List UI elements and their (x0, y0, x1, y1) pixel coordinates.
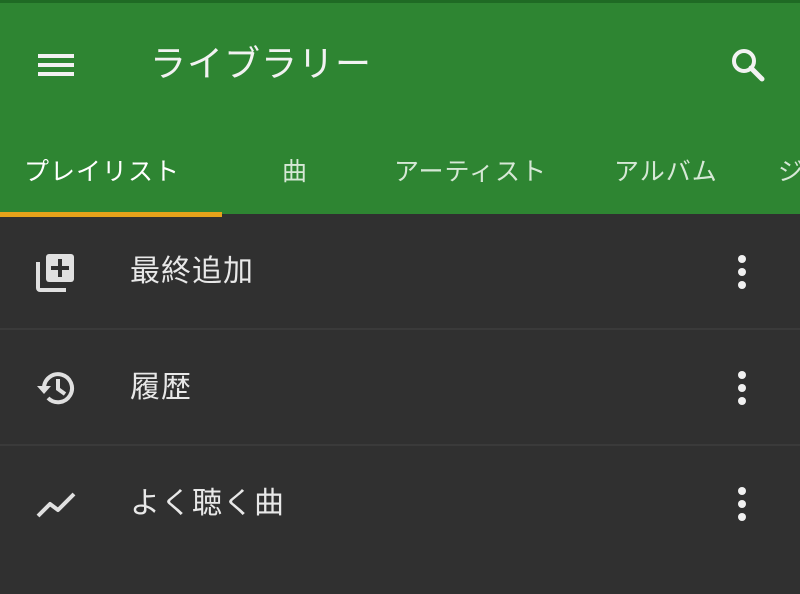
list-item[interactable]: 最終追加 (0, 214, 800, 330)
tab-albums[interactable]: アルバム (614, 123, 718, 217)
tab-genres[interactable]: ジ (778, 123, 800, 217)
more-options-button[interactable] (718, 360, 766, 416)
more-options-button[interactable] (718, 244, 766, 300)
more-vert-icon (738, 371, 746, 405)
playlist-list: 最終追加 履歴 よく聴く曲 (0, 214, 800, 562)
music-library-screen: ライブラリー プレイリスト 曲 アーティスト アルバム ジ 最終追加 履歴 よく… (0, 0, 800, 594)
menu-button[interactable] (28, 39, 84, 91)
menu-icon (38, 54, 74, 76)
list-item[interactable]: よく聴く曲 (0, 446, 800, 562)
more-vert-icon (738, 487, 746, 521)
tab-bar: プレイリスト 曲 アーティスト アルバム ジ (0, 123, 800, 217)
more-options-button[interactable] (718, 476, 766, 532)
list-item[interactable]: 履歴 (0, 330, 800, 446)
tab-songs[interactable]: 曲 (282, 123, 308, 217)
library-add-icon (32, 250, 80, 294)
more-vert-icon (738, 255, 746, 289)
trending-up-icon (32, 482, 80, 526)
playlist-label: 履歴 (130, 370, 192, 405)
playlist-label: 最終追加 (130, 254, 254, 289)
tab-artists[interactable]: アーティスト (394, 123, 547, 217)
history-icon (32, 366, 80, 410)
tab-playlists[interactable]: プレイリスト (24, 123, 180, 217)
toolbar: ライブラリー (0, 3, 800, 123)
search-button[interactable] (718, 37, 778, 93)
page-title: ライブラリー (150, 44, 373, 85)
app-bar: ライブラリー プレイリスト 曲 アーティスト アルバム ジ (0, 0, 800, 217)
playlist-label: よく聴く曲 (130, 486, 285, 521)
search-icon (732, 49, 765, 82)
